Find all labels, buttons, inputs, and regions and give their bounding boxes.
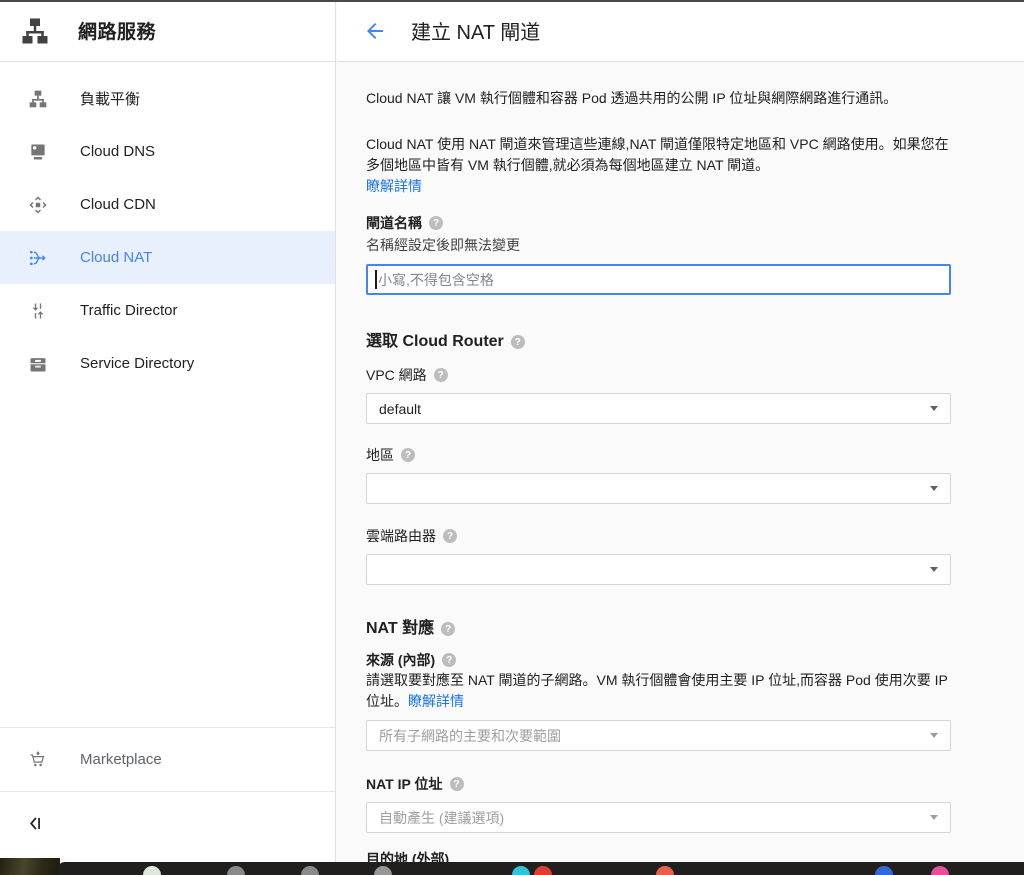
nat-ip-value: 自動產生 (建議選項): [379, 809, 505, 826]
sidebar-item-label: 負載平衡: [80, 91, 141, 108]
sidebar-footer: Marketplace: [0, 727, 335, 858]
traffic-director-icon: [28, 301, 48, 321]
form-content: Cloud NAT 讓 VM 執行個體和容器 Pod 透過共用的公開 IP 位址…: [337, 62, 1024, 875]
intro-paragraph-1: Cloud NAT 讓 VM 執行個體和容器 Pod 透過共用的公開 IP 位址…: [366, 90, 898, 106]
nat-ip-field: NAT IP 位址 ?: [366, 774, 1024, 794]
source-internal-label: 來源 (內部): [366, 652, 436, 668]
nat-ip-select[interactable]: 自動產生 (建議選項): [366, 802, 951, 833]
cloud-dns-icon: [28, 142, 48, 162]
learn-more-link[interactable]: 瞭解詳情: [366, 176, 951, 197]
network-services-icon: [20, 15, 52, 47]
region-select[interactable]: [366, 473, 951, 504]
source-internal-field: 來源 (內部) ?: [366, 650, 1024, 670]
help-icon[interactable]: ?: [429, 216, 443, 230]
vpc-network-value: default: [379, 400, 422, 417]
nat-mapping-title: NAT 對應: [366, 620, 435, 637]
help-icon[interactable]: ?: [442, 653, 457, 667]
learn-more-link[interactable]: 瞭解詳情: [408, 693, 464, 709]
macos-dock: [0, 858, 1024, 875]
chevron-down-icon: [930, 406, 938, 411]
sidebar-item-cloud-dns[interactable]: Cloud DNS: [0, 125, 335, 178]
dock-app-icon[interactable]: [301, 866, 319, 875]
page-title: 建立 NAT 閘道: [411, 22, 541, 44]
load-balancing-icon: [28, 89, 48, 109]
gateway-name-field: 閘道名稱 ? 名稱經設定後即無法變更: [366, 213, 1024, 295]
cloud-router-label: 雲端路由器: [366, 528, 436, 544]
nat-ip-label: NAT IP 位址: [366, 776, 443, 792]
page-header: 建立 NAT 閘道: [337, 0, 1024, 62]
help-icon[interactable]: ?: [441, 622, 456, 636]
chevron-down-icon: [930, 733, 938, 738]
vpc-network-select[interactable]: default: [366, 393, 951, 424]
dock-app-icon[interactable]: [931, 866, 949, 875]
cloud-nat-icon: [28, 248, 48, 268]
sidebar-item-label: Cloud CDN: [80, 196, 156, 213]
collapse-sidebar-icon[interactable]: [26, 814, 46, 834]
sidebar-item-label: Traffic Director: [80, 302, 178, 319]
nat-mapping-section: NAT 對應 ?: [366, 618, 1024, 640]
sidebar-item-traffic-director[interactable]: Traffic Director: [0, 284, 335, 337]
help-icon[interactable]: ?: [510, 335, 525, 349]
select-cloud-router-section: 選取 Cloud Router ?: [366, 331, 1024, 353]
help-icon[interactable]: ?: [401, 448, 415, 462]
dock-app-icon[interactable]: [143, 866, 161, 875]
dock-app-icon[interactable]: [512, 866, 530, 875]
chevron-down-icon: [930, 486, 938, 491]
sidebar-collapse-row: [0, 792, 335, 858]
sidebar-item-load-balancing[interactable]: 負載平衡: [0, 72, 335, 125]
cloud-router-field: 雲端路由器 ?: [366, 526, 1024, 546]
help-icon[interactable]: ?: [449, 777, 464, 791]
sidebar-item-service-directory[interactable]: Service Directory: [0, 337, 335, 390]
main-panel: 建立 NAT 閘道 Cloud NAT 讓 VM 執行個體和容器 Pod 透過共…: [337, 0, 1024, 875]
dock-app-icon[interactable]: [374, 866, 392, 875]
sidebar-item-cloud-cdn[interactable]: Cloud CDN: [0, 178, 335, 231]
sidebar: 網路服務 負載平衡 Cloud DNS Cloud CDN Cloud NAT …: [0, 0, 336, 875]
sidebar-item-label: Marketplace: [80, 751, 162, 768]
dock-app-icon[interactable]: [656, 866, 674, 875]
chevron-down-icon: [930, 567, 938, 572]
cloud-cdn-icon: [28, 195, 48, 215]
window-top-edge: [0, 0, 1024, 2]
vpc-network-field: VPC 網路 ?: [366, 365, 1024, 385]
source-subnet-select[interactable]: 所有子網路的主要和次要範圍: [366, 720, 951, 751]
source-subnet-value: 所有子網路的主要和次要範圍: [379, 727, 561, 744]
sidebar-nav: 負載平衡 Cloud DNS Cloud CDN Cloud NAT Traff…: [0, 62, 335, 390]
region-label: 地區: [366, 447, 394, 463]
region-field: 地區 ?: [366, 445, 1024, 465]
intro-paragraph-2: Cloud NAT 使用 NAT 閘道來管理這些連線,NAT 閘道僅限特定地區和…: [366, 134, 951, 197]
service-directory-icon: [28, 354, 48, 374]
help-icon[interactable]: ?: [443, 529, 457, 543]
dock-bar[interactable]: [57, 862, 1024, 875]
gateway-name-label: 閘道名稱: [366, 215, 422, 231]
back-arrow-icon[interactable]: [363, 19, 387, 43]
sidebar-item-marketplace[interactable]: Marketplace: [0, 728, 335, 791]
marketplace-cart-icon: [28, 750, 48, 770]
vpc-network-label: VPC 網路: [366, 367, 427, 383]
cloud-router-select[interactable]: [366, 554, 951, 585]
intro-text: Cloud NAT 使用 NAT 閘道來管理這些連線,NAT 閘道僅限特定地區和…: [366, 136, 949, 173]
chevron-down-icon: [930, 815, 938, 820]
dock-app-icon[interactable]: [534, 866, 552, 875]
text-cursor: [375, 270, 377, 289]
sidebar-item-label: Cloud NAT: [80, 249, 153, 266]
desktop-wallpaper: [0, 858, 60, 875]
router-section-title: 選取 Cloud Router: [366, 333, 504, 350]
source-description: 請選取要對應至 NAT 閘道的子網路。VM 執行個體會使用主要 IP 位址,而容…: [366, 670, 951, 712]
sidebar-item-label: Cloud DNS: [80, 143, 156, 160]
sidebar-header: 網路服務: [0, 0, 335, 62]
dock-app-icon[interactable]: [875, 866, 893, 875]
app-window: 網路服務 負載平衡 Cloud DNS Cloud CDN Cloud NAT …: [0, 0, 1024, 875]
gateway-name-input[interactable]: [366, 264, 951, 295]
dock-app-icon[interactable]: [227, 866, 245, 875]
help-icon[interactable]: ?: [433, 368, 448, 382]
sidebar-item-label: Service Directory: [80, 355, 195, 372]
gateway-name-hint: 名稱經設定後即無法變更: [366, 237, 520, 253]
sidebar-item-cloud-nat[interactable]: Cloud NAT: [0, 231, 335, 284]
sidebar-title: 網路服務: [78, 22, 157, 43]
